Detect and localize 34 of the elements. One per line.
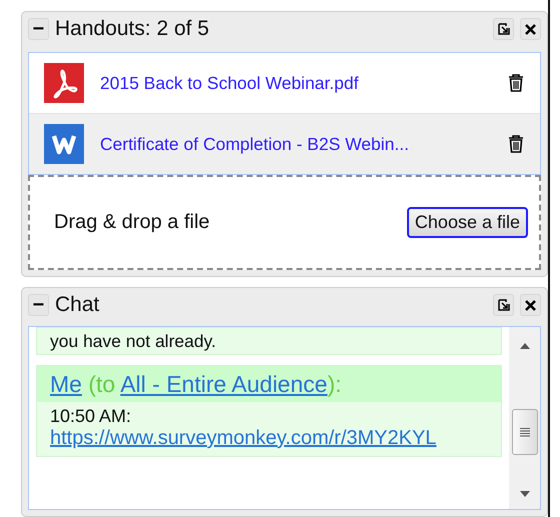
scrollbar[interactable] [509, 327, 540, 509]
choose-file-button[interactable]: Choose a file [406, 207, 528, 238]
panel-title: Chat [55, 293, 100, 317]
collapse-button[interactable]: − [28, 18, 49, 40]
message-time: 10:50 AM: [50, 406, 132, 427]
scroll-down-icon[interactable] [520, 491, 530, 497]
drop-label: Drag & drop a file [54, 211, 210, 234]
drop-zone[interactable]: Drag & drop a file Choose a file [28, 175, 541, 270]
file-link[interactable]: Certificate of Completion - B2S Webin... [100, 134, 508, 154]
recipient-prefix: (to [88, 371, 116, 397]
recipient-suffix: ): [327, 371, 342, 397]
panel-title: Handouts: 2 of 5 [55, 17, 210, 41]
close-icon [525, 24, 536, 34]
popout-button[interactable] [493, 294, 514, 316]
word-icon [44, 124, 84, 164]
url-link[interactable]: https://www.surveymonkey.com/r/3MY2KYL [50, 427, 480, 450]
close-icon [525, 300, 536, 310]
scroll-thumb[interactable] [512, 409, 538, 455]
trash-icon[interactable] [508, 135, 524, 153]
pdf-icon [44, 63, 84, 103]
popout-button[interactable] [493, 18, 514, 40]
message-text: you have not already. [50, 331, 216, 351]
recipient-link[interactable]: All - Entire Audience [120, 371, 328, 397]
grip-icon [520, 427, 530, 437]
sender-link[interactable]: Me [50, 371, 82, 397]
collapse-button[interactable]: − [28, 294, 49, 316]
scroll-up-icon[interactable] [520, 343, 530, 349]
close-button[interactable] [520, 294, 541, 316]
popout-icon [498, 299, 510, 311]
file-row[interactable]: Certificate of Completion - B2S Webin... [29, 114, 540, 174]
close-button[interactable] [520, 18, 541, 40]
popout-icon [498, 23, 510, 35]
file-link[interactable]: 2015 Back to School Webinar.pdf [100, 72, 508, 94]
trash-icon[interactable] [508, 74, 524, 92]
